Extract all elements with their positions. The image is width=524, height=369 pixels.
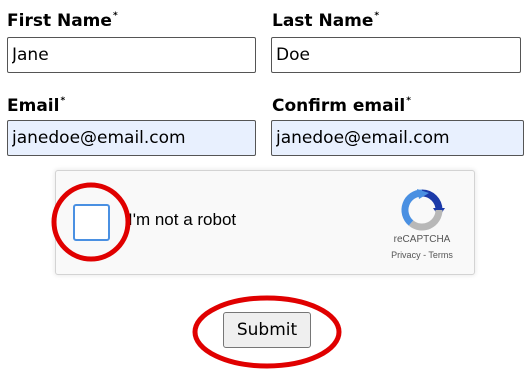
required-asterisk: * (60, 96, 66, 106)
recaptcha-links: Privacy - Terms (372, 250, 472, 260)
last-name-input[interactable] (271, 37, 521, 73)
submit-button[interactable]: Submit (223, 312, 311, 348)
recaptcha-brand: reCAPTCHA (393, 234, 451, 245)
last-name-label-text: Last Name (272, 11, 374, 31)
email-label: Email* (7, 91, 65, 116)
confirm-email-input[interactable] (271, 120, 524, 156)
required-asterisk: * (374, 11, 380, 21)
recaptcha-widget: I'm not a robot reCAPTCHA Privacy - Term… (55, 170, 475, 275)
required-asterisk: * (406, 96, 411, 106)
first-name-label: First Name* (7, 6, 118, 31)
confirm-email-label: Confirm email* (272, 91, 411, 116)
first-name-label-text: First Name (7, 11, 112, 31)
captcha-checkbox[interactable] (73, 204, 110, 241)
last-name-label: Last Name* (272, 6, 379, 31)
confirm-email-label-text: Confirm email (272, 96, 406, 116)
required-asterisk: * (112, 11, 118, 21)
terms-link[interactable]: Terms (428, 250, 453, 260)
email-input[interactable] (7, 120, 256, 156)
first-name-input[interactable] (7, 37, 256, 73)
recaptcha-logo-icon (401, 189, 445, 231)
privacy-link[interactable]: Privacy (391, 250, 421, 260)
email-label-text: Email (7, 96, 60, 116)
captcha-checkbox-label: I'm not a robot (128, 210, 237, 229)
